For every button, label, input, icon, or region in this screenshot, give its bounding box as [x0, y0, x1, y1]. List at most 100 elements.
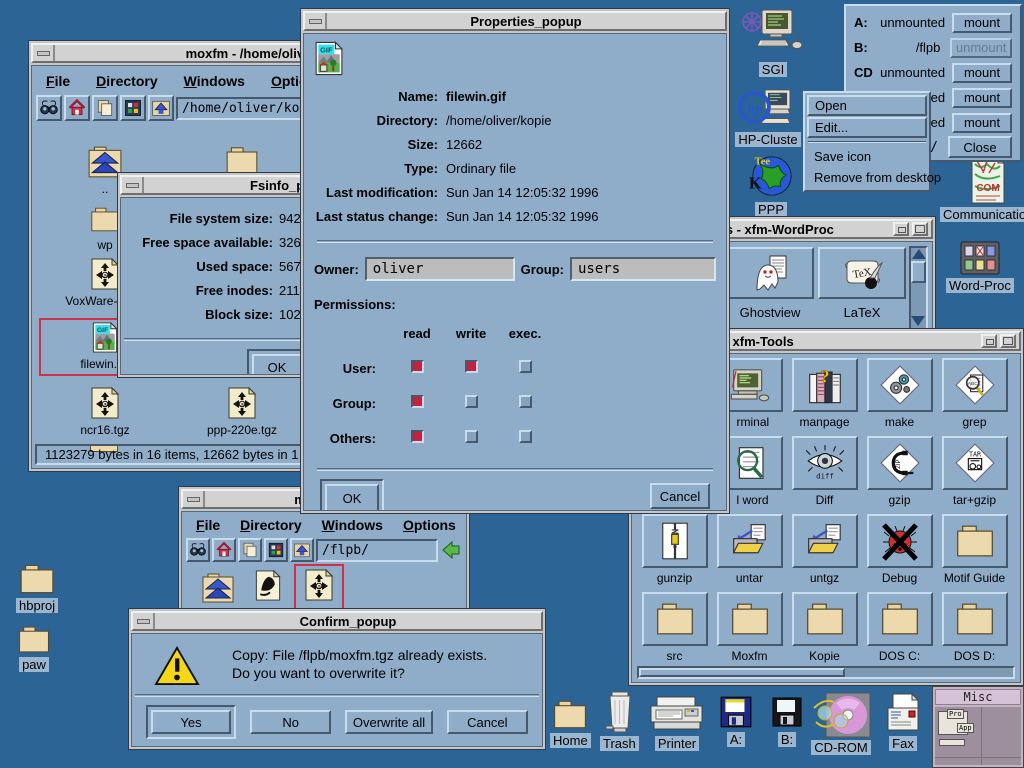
cancel-button[interactable]: Cancel — [650, 483, 710, 509]
file-ppp220e[interactable]: a ppp-220e.tgz — [210, 386, 274, 437]
tool-button[interactable]: diff — [792, 436, 858, 490]
tool-item[interactable]: ? manpage — [787, 358, 862, 436]
menu-item-edit[interactable]: Edit... — [807, 117, 927, 138]
read-checkbox[interactable] — [411, 430, 424, 443]
tool-item[interactable]: ZIP gzip — [862, 436, 937, 514]
toolbar-button[interactable] — [186, 538, 210, 562]
mount-button[interactable]: unmount — [950, 38, 1012, 58]
desktop-icon-fax[interactable]: Fax — [884, 692, 922, 751]
toolbar-button[interactable] — [120, 95, 146, 121]
menu-file[interactable]: File — [196, 517, 220, 533]
mount-button[interactable]: mount — [952, 13, 1012, 33]
tool-button[interactable] — [717, 592, 783, 646]
tool-button[interactable] — [867, 358, 933, 412]
exec-checkbox[interactable] — [519, 395, 532, 408]
file-tgz-selected[interactable]: a — [304, 568, 334, 607]
window-menu-button[interactable] — [122, 177, 144, 193]
yes-button[interactable]: Yes — [151, 710, 231, 734]
menu-item-open[interactable]: Open — [807, 95, 927, 116]
read-checkbox[interactable] — [411, 360, 424, 373]
tool-button[interactable] — [867, 514, 933, 568]
toolbar-button[interactable] — [148, 95, 174, 121]
ok-button[interactable]: OK — [325, 484, 379, 511]
file-updir[interactable] — [200, 572, 236, 609]
tool-item[interactable]: Motif Guide — [937, 514, 1012, 592]
menu-windows[interactable]: Windows — [322, 517, 383, 533]
tool-item[interactable]: Debug — [862, 514, 937, 592]
tool-button[interactable] — [867, 592, 933, 646]
maximize-button[interactable] — [1000, 334, 1016, 348]
tool-item[interactable]: diff Diff — [787, 436, 862, 514]
toolbar-button[interactable] — [212, 538, 236, 562]
menu-file[interactable]: File — [46, 73, 70, 89]
menu-windows[interactable]: Windows — [184, 73, 245, 89]
window-menu-button[interactable] — [183, 491, 205, 507]
tool-button[interactable] — [717, 514, 783, 568]
tool-button[interactable] — [942, 514, 1008, 568]
tool-button[interactable] — [942, 592, 1008, 646]
no-button[interactable]: No — [250, 710, 331, 734]
tool-button[interactable] — [642, 592, 708, 646]
toolbar-button[interactable] — [290, 538, 314, 562]
desktop-icon-printer[interactable]: Printer — [648, 694, 706, 751]
desktop-icon-communication[interactable]: COM Communication — [940, 155, 1024, 222]
titlebar[interactable]: Confirm_popup — [131, 611, 543, 631]
exec-checkbox[interactable] — [519, 360, 532, 373]
toolbar-button[interactable] — [36, 95, 62, 121]
ok-button[interactable]: OK — [252, 354, 302, 375]
menu-options[interactable]: Options — [403, 517, 456, 533]
app-item[interactable]: TeX LaTeX — [818, 247, 906, 320]
app-button[interactable]: TeX — [818, 247, 906, 299]
toolbar-button[interactable] — [64, 95, 90, 121]
tool-button[interactable]: ABC — [942, 358, 1008, 412]
desktop-icon-floppy-a[interactable]: A: — [718, 694, 754, 747]
tool-button[interactable]: ? — [792, 358, 858, 412]
overwrite-all-button[interactable]: Overwrite all — [345, 710, 432, 734]
titlebar[interactable]: Properties_popup — [303, 11, 727, 31]
menu-item-remove-from-desktop[interactable]: Remove from desktop — [807, 167, 927, 188]
scroll-thumb[interactable] — [911, 261, 926, 283]
exec-checkbox[interactable] — [519, 430, 532, 443]
tool-item[interactable]: Moxfm — [712, 592, 787, 670]
tool-item[interactable]: ABC grep — [937, 358, 1012, 436]
owner-input[interactable] — [365, 257, 515, 281]
group-input[interactable] — [570, 257, 716, 281]
menu-item-save-icon[interactable]: Save icon — [807, 146, 927, 167]
write-checkbox[interactable] — [465, 395, 478, 408]
write-checkbox[interactable] — [465, 360, 478, 373]
desktop-icon-cdrom[interactable]: CD-ROM — [810, 692, 872, 755]
tool-item[interactable]: DOS D: — [937, 592, 1012, 670]
scroll-down-icon[interactable] — [911, 316, 925, 326]
tool-item[interactable]: src — [637, 592, 712, 670]
desktop-icon-hbproj[interactable]: hbproj — [16, 562, 58, 613]
toolbar-button[interactable] — [238, 538, 262, 562]
menu-directory[interactable]: Directory — [96, 73, 157, 89]
tool-button[interactable] — [792, 514, 858, 568]
mount-button[interactable]: mount — [952, 63, 1012, 83]
tool-item[interactable]: gunzip — [637, 514, 712, 592]
maximize-button[interactable] — [912, 222, 928, 236]
tool-button[interactable]: TAR — [942, 436, 1008, 490]
desktop-icon-sgi[interactable]: SGI — [740, 8, 806, 77]
window-menu-button[interactable] — [33, 45, 55, 61]
app-item[interactable]: Ghostview — [726, 247, 814, 320]
file-ncr16[interactable]: a ncr16.tgz — [73, 386, 137, 437]
minimize-button[interactable] — [981, 334, 997, 348]
tool-item[interactable]: TAR tar+gzip — [937, 436, 1012, 514]
tool-button[interactable]: ZIP — [867, 436, 933, 490]
desktop-icon-home[interactable]: Home — [550, 698, 591, 748]
toolbar-button[interactable] — [264, 538, 288, 562]
back-button[interactable] — [440, 539, 462, 561]
mini-window[interactable] — [939, 739, 965, 746]
read-checkbox[interactable] — [411, 395, 424, 408]
scroll-up-icon[interactable] — [912, 249, 926, 259]
window-menu-button[interactable] — [133, 613, 155, 629]
path-input[interactable] — [316, 539, 438, 562]
window-title[interactable]: Misc — [935, 689, 1021, 705]
desktop-icon-trash[interactable]: Trash — [600, 690, 639, 751]
mini-window-pro[interactable]: Pro — [947, 709, 964, 719]
vertical-scrollbar[interactable] — [909, 246, 928, 329]
minimize-button[interactable] — [893, 222, 909, 236]
menu-directory[interactable]: Directory — [240, 517, 301, 533]
tool-button[interactable] — [792, 592, 858, 646]
